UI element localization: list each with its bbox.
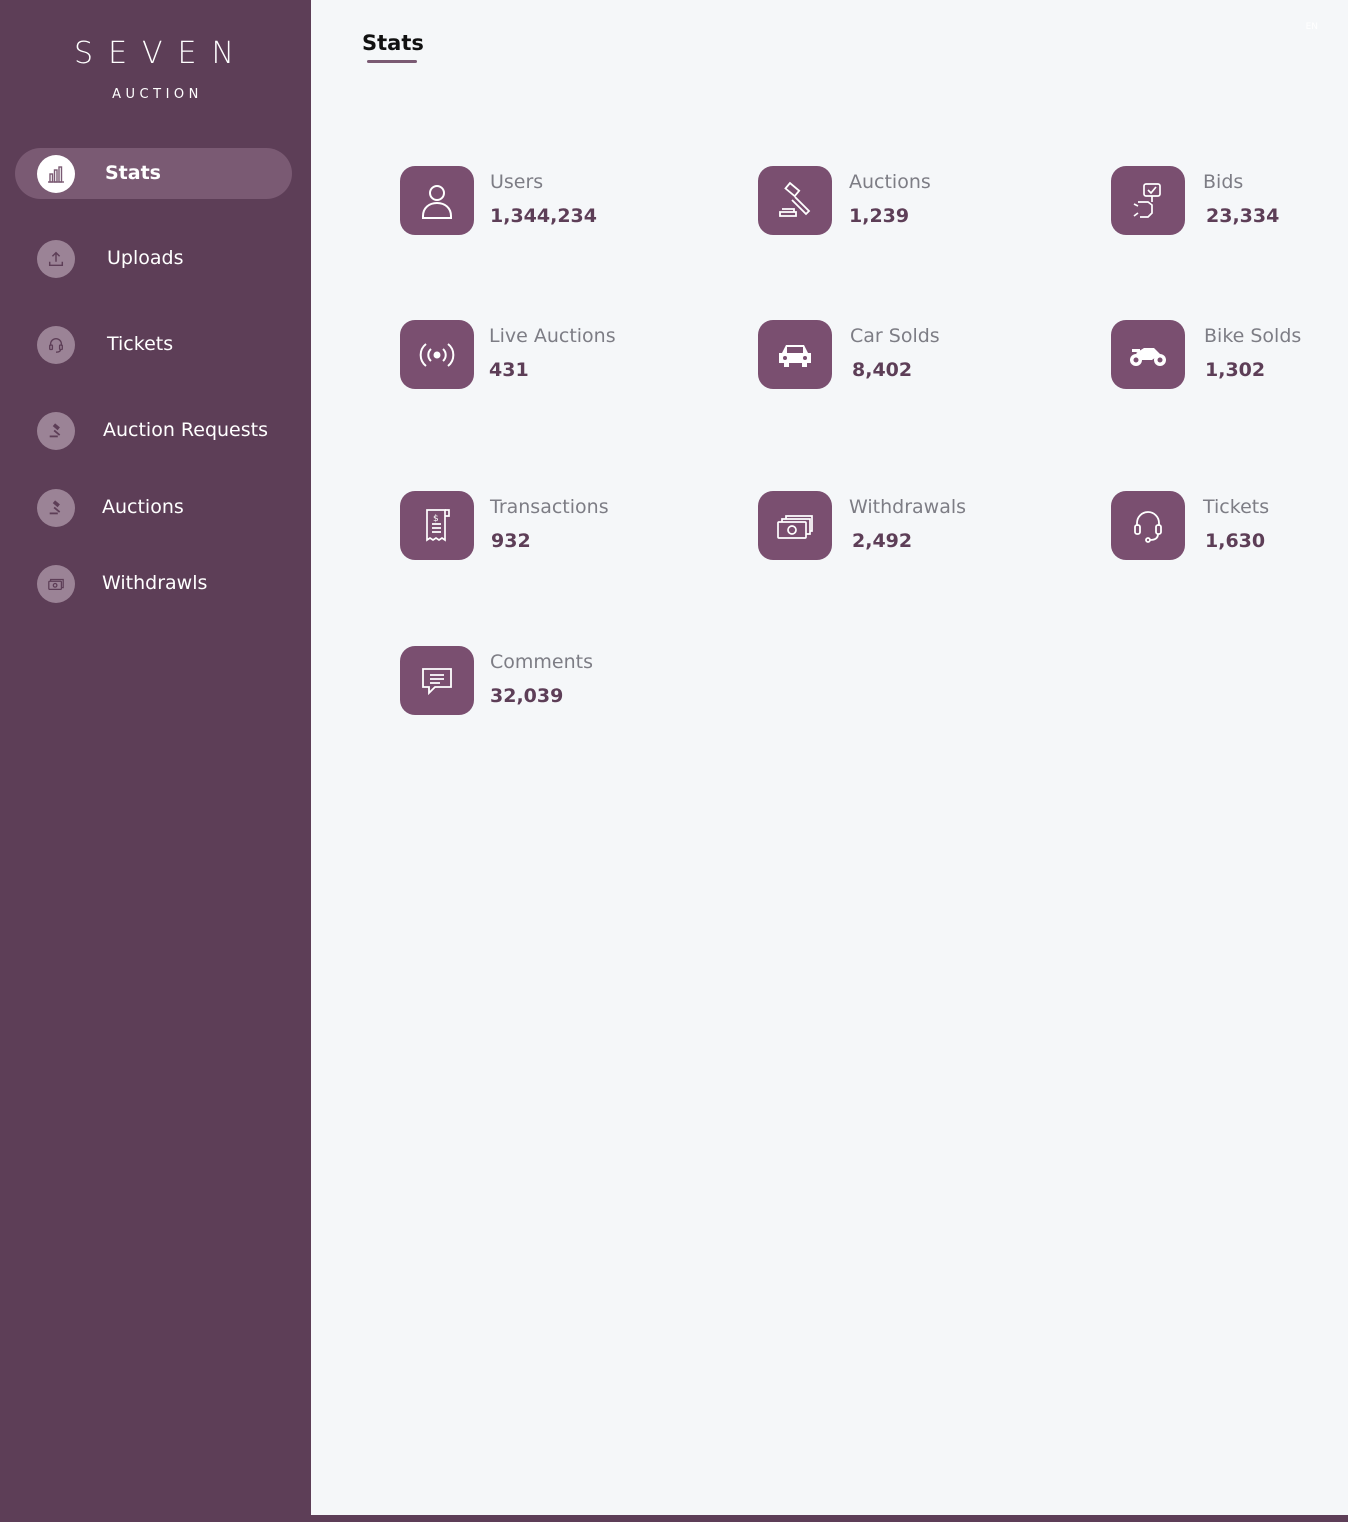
stat-label: Bids <box>1203 171 1244 193</box>
upload-icon <box>37 240 75 278</box>
sidebar-item-label: Auctions <box>102 496 184 518</box>
bar-chart-icon <box>37 155 75 193</box>
gavel-icon <box>37 489 75 527</box>
stat-label: Comments <box>490 651 593 673</box>
sidebar: SEVEN AUCTION Stats Uploads Tickets Auct… <box>0 0 311 1522</box>
sidebar-item-auction-requests[interactable]: Auction Requests <box>15 405 292 456</box>
bottom-strip <box>0 1515 1348 1522</box>
sidebar-item-auctions[interactable]: Auctions <box>15 482 292 533</box>
language-selector[interactable]: EN <box>1306 22 1318 32</box>
user-icon <box>400 166 474 235</box>
sidebar-item-label: Uploads <box>107 247 184 269</box>
gavel-icon <box>758 166 832 235</box>
stat-card-withdrawals: Withdrawals 2,492 <box>758 491 1078 561</box>
stat-card-bike-solds: Bike Solds 1,302 <box>1111 320 1348 390</box>
sidebar-item-label: Tickets <box>107 333 174 355</box>
receipt-icon: $ <box>400 491 474 560</box>
sidebar-item-label: Withdrawls <box>102 572 208 594</box>
stat-value: 932 <box>491 530 531 552</box>
brand-name: SEVEN <box>74 36 249 71</box>
sidebar-item-stats[interactable]: Stats <box>15 148 292 199</box>
stat-label: Car Solds <box>850 325 940 347</box>
chat-icon <box>400 646 474 715</box>
stat-value: 1,630 <box>1205 530 1266 552</box>
stat-card-tickets: Tickets 1,630 <box>1111 491 1348 561</box>
stat-card-bids: Bids 23,334 <box>1111 166 1348 236</box>
stat-label: Users <box>490 171 544 193</box>
sidebar-item-tickets[interactable]: Tickets <box>15 319 292 370</box>
sidebar-item-label: Stats <box>105 162 161 184</box>
stat-value: 1,239 <box>849 205 910 227</box>
sidebar-item-uploads[interactable]: Uploads <box>15 233 292 284</box>
bid-hand-icon <box>1111 166 1185 235</box>
headset-icon <box>37 326 75 364</box>
stat-value: 431 <box>489 359 529 381</box>
stat-label: Tickets <box>1203 496 1270 518</box>
sidebar-item-label: Auction Requests <box>103 419 268 441</box>
stat-card-users: Users 1,344,234 <box>400 166 720 236</box>
cash-icon <box>758 491 832 560</box>
brand-sub: AUCTION <box>112 87 203 102</box>
gavel-icon <box>37 412 75 450</box>
broadcast-icon <box>400 320 474 389</box>
sidebar-item-withdrawls[interactable]: Withdrawls <box>15 558 292 609</box>
stat-card-car-solds: Car Solds 8,402 <box>758 320 1078 390</box>
stat-label: Auctions <box>849 171 931 193</box>
motorbike-icon <box>1111 320 1185 389</box>
stat-value: 2,492 <box>852 530 913 552</box>
brand-logo[interactable]: SEVEN AUCTION <box>0 36 311 102</box>
stat-label: Transactions <box>490 496 609 518</box>
stat-label: Bike Solds <box>1204 325 1302 347</box>
stat-value: 32,039 <box>490 685 564 707</box>
stat-card-auctions: Auctions 1,239 <box>758 166 1078 236</box>
svg-text:$: $ <box>433 514 439 524</box>
stat-value: 1,344,234 <box>490 205 597 227</box>
money-icon <box>37 565 75 603</box>
stat-label: Live Auctions <box>489 325 616 347</box>
headset-icon <box>1111 491 1185 560</box>
stat-card-live-auctions: Live Auctions 431 <box>400 320 720 390</box>
stat-card-transactions: $ Transactions 932 <box>400 491 720 561</box>
stat-label: Withdrawals <box>849 496 967 518</box>
car-icon <box>758 320 832 389</box>
title-underline <box>367 60 417 63</box>
stat-value: 1,302 <box>1205 359 1266 381</box>
page-title: Stats <box>362 31 424 55</box>
stat-value: 8,402 <box>852 359 913 381</box>
stat-value: 23,334 <box>1206 205 1280 227</box>
stat-card-comments: Comments 32,039 <box>400 646 720 716</box>
